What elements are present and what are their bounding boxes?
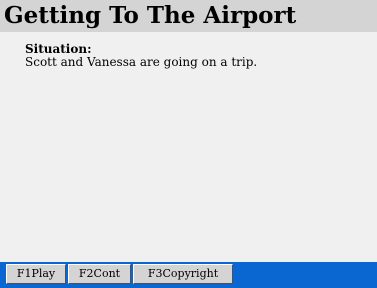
play-button[interactable]: F1Play <box>6 264 66 284</box>
continue-button[interactable]: F2Cont <box>68 264 131 284</box>
page-title: Getting To The Airport <box>4 2 297 29</box>
function-key-bar: F1Play F2Cont F3Copyright <box>0 262 377 288</box>
situation-text: Scott and Vanessa are going on a trip. <box>25 55 258 69</box>
title-bar: Getting To The Airport <box>0 0 377 32</box>
copyright-button[interactable]: F3Copyright <box>133 264 233 284</box>
content-area: Situation: Scott and Vanessa are going o… <box>0 32 377 262</box>
